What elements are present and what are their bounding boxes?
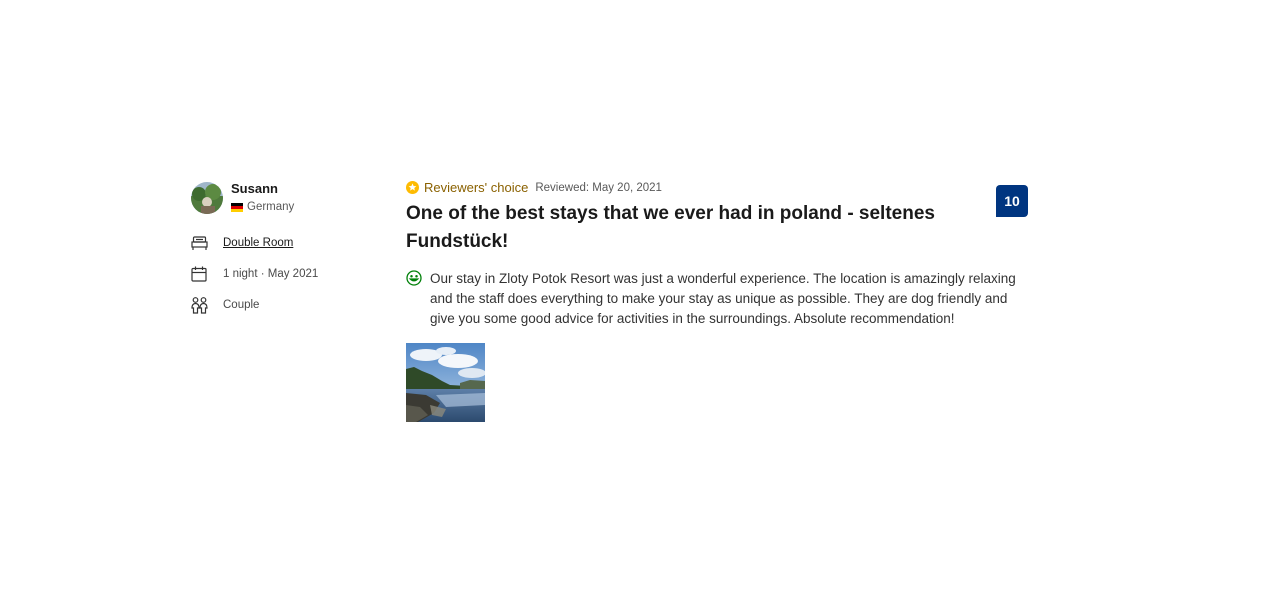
star-badge-icon — [406, 181, 419, 194]
reviewed-date: Reviewed: May 20, 2021 — [535, 181, 662, 194]
stay-duration-row: 1 night · May 2021 — [190, 265, 318, 283]
traveler-type-row: Couple — [190, 296, 259, 314]
review-title: One of the best stays that we ever had i… — [406, 203, 935, 252]
positive-comment-text: Our stay in Zloty Potok Resort was just … — [430, 271, 1016, 326]
room-type-link[interactable]: Double Room — [223, 237, 293, 249]
smile-icon — [406, 270, 422, 286]
calendar-icon — [190, 265, 208, 283]
bed-icon — [190, 234, 208, 252]
room-type-row: Double Room — [190, 234, 293, 252]
reviewer-name: Susann — [231, 181, 278, 196]
germany-flag-icon — [231, 202, 243, 212]
traveler-type: Couple — [223, 299, 260, 311]
review-score: 10 — [996, 185, 1028, 217]
lake-photo-thumbnail — [406, 343, 485, 422]
people-icon — [190, 296, 208, 314]
positive-comment: Our stay in Zloty Potok Resort was just … — [406, 269, 1030, 329]
reviewers-choice-label: Reviewers' choice — [424, 180, 529, 195]
stay-duration: 1 night · May 2021 — [223, 268, 319, 280]
review-badges: Reviewers' choice Reviewed: May 20, 2021 — [406, 180, 662, 195]
review-photo[interactable] — [406, 343, 485, 422]
review-card: Susann Germany Double Room 1 night · May… — [190, 180, 1030, 430]
reviewer-country: Germany — [231, 201, 294, 213]
avatar — [191, 182, 223, 214]
country-label: Germany — [247, 201, 295, 213]
avatar-image — [191, 182, 223, 214]
